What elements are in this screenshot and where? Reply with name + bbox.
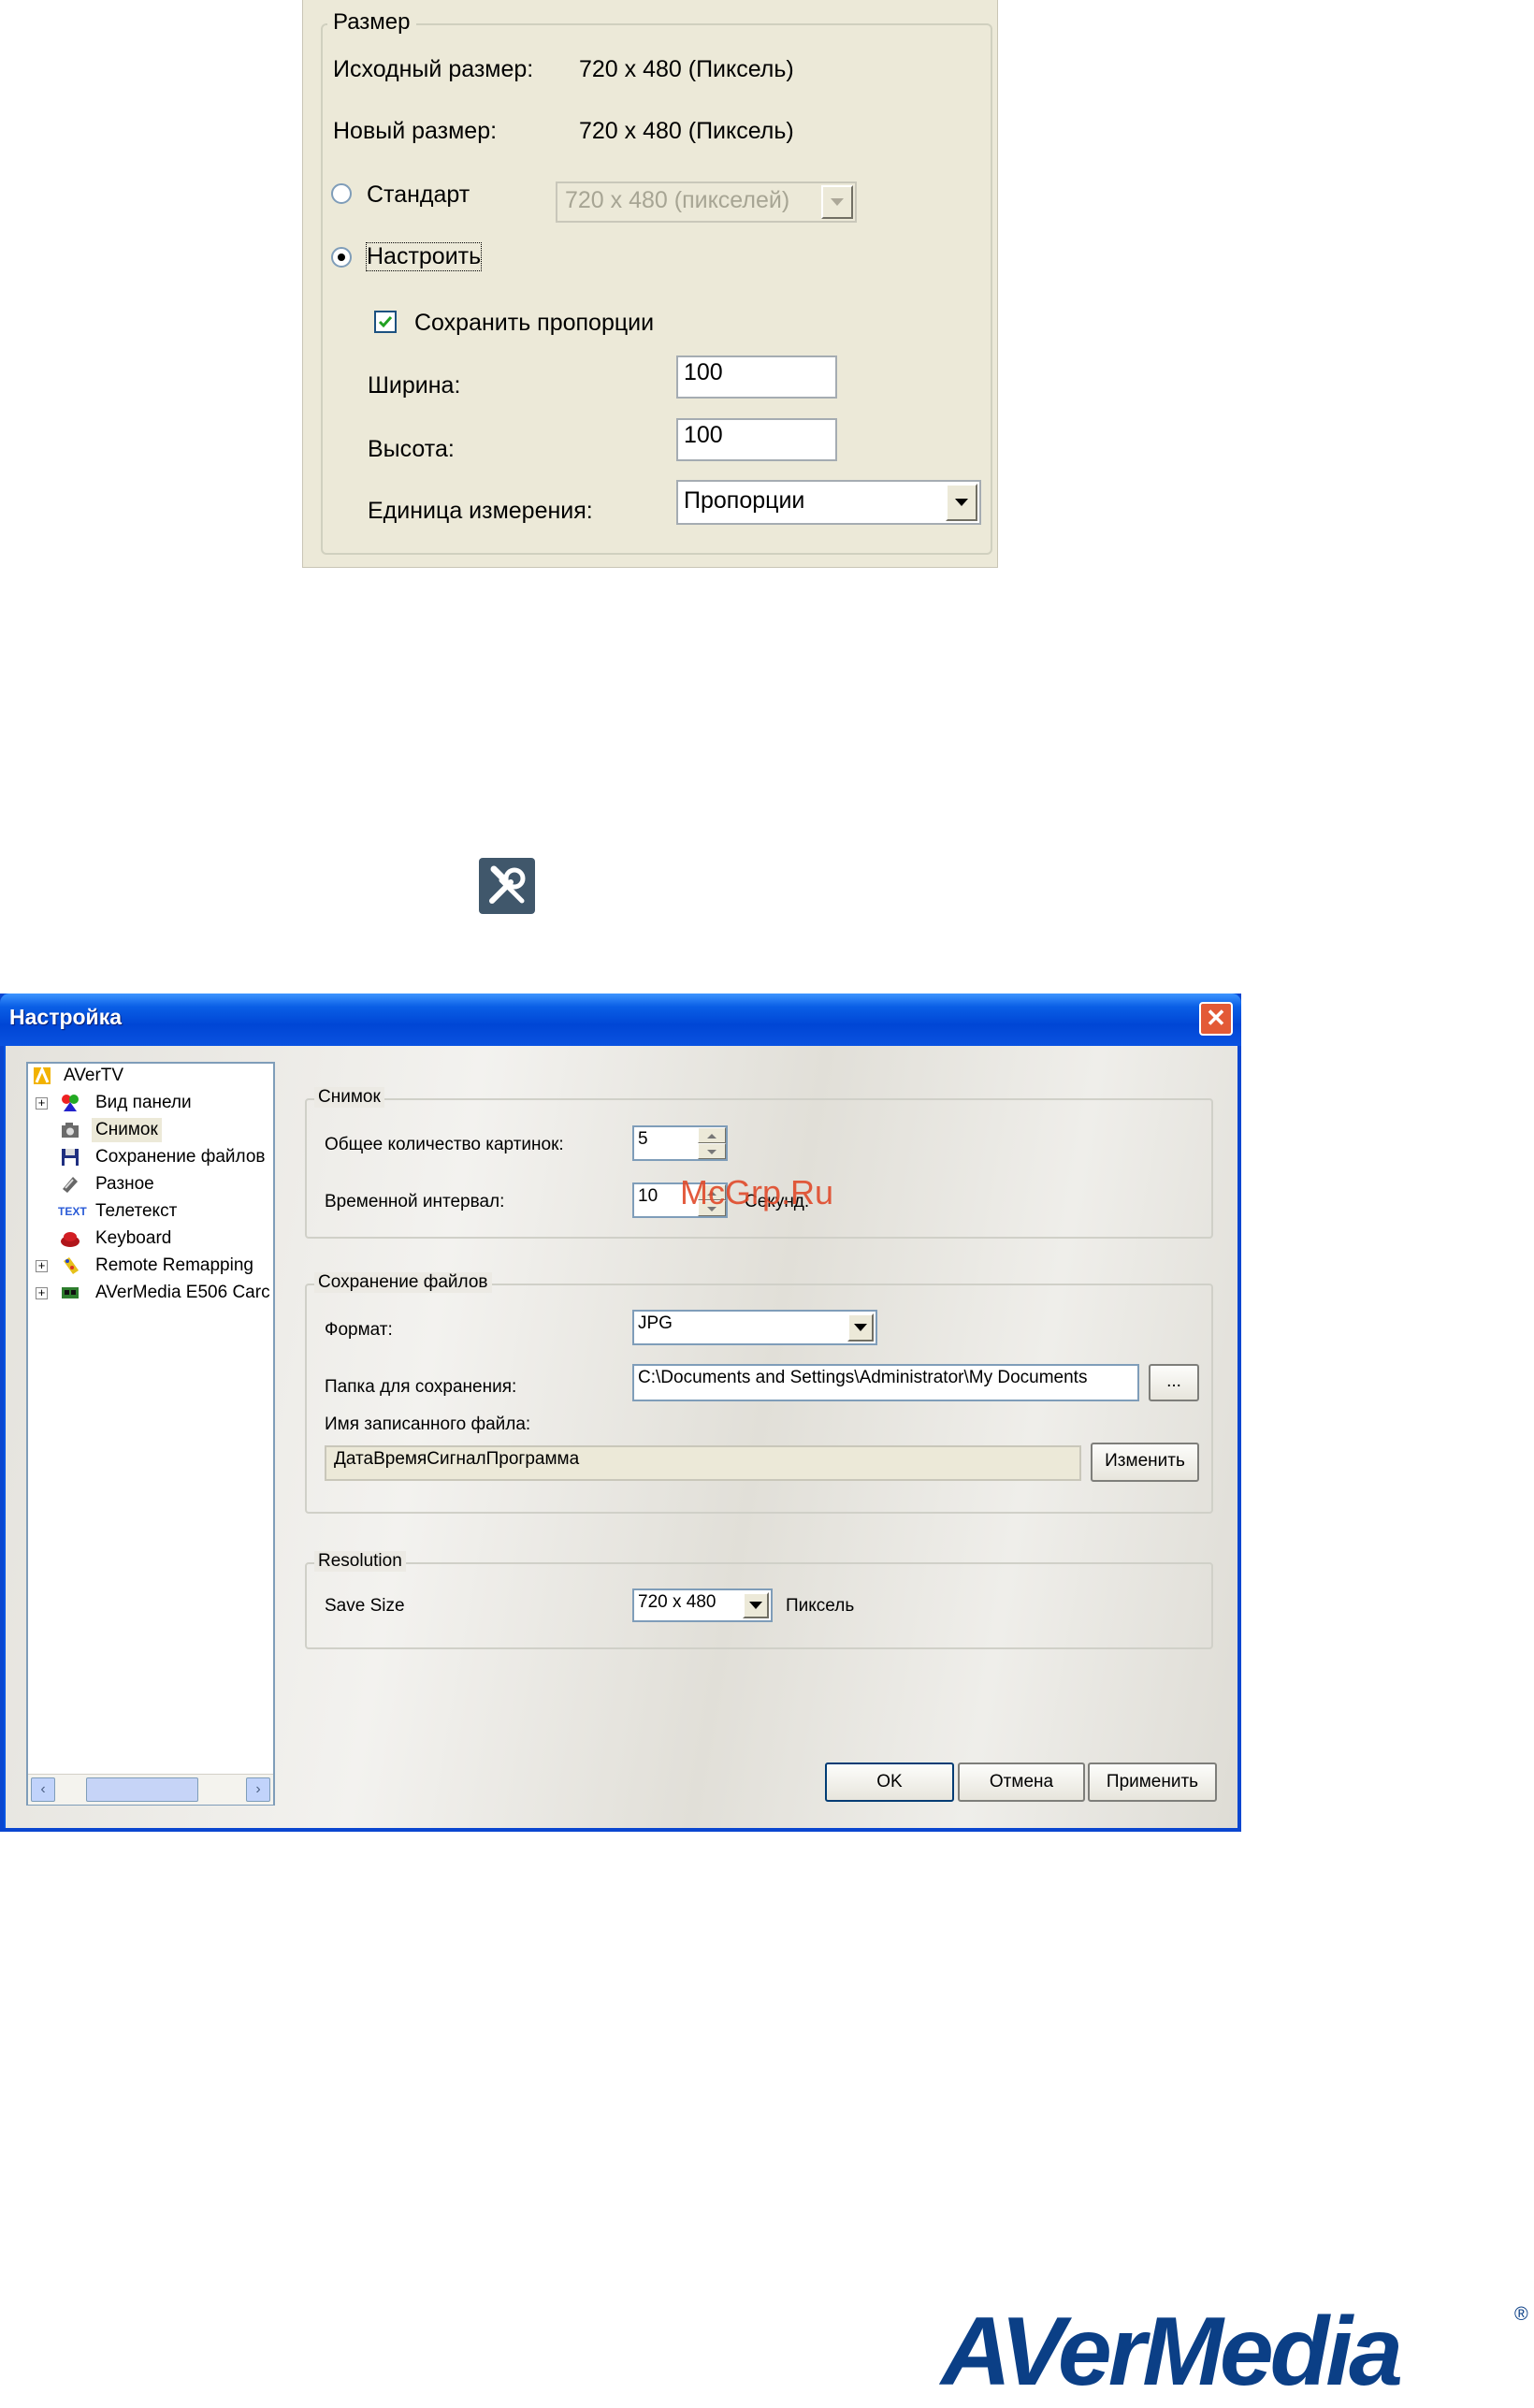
unit-select[interactable]: Пропорции (676, 480, 981, 525)
custom-radio[interactable] (331, 247, 352, 268)
save-size-select-value: 720 x 480 (638, 1592, 716, 1612)
format-select-value: JPG (638, 1313, 673, 1333)
keep-ratio-checkbox[interactable] (374, 311, 397, 333)
cancel-button[interactable]: Отмена (958, 1762, 1085, 1802)
expand-icon[interactable]: + (36, 1259, 48, 1272)
change-filename-button[interactable]: Изменить (1091, 1443, 1199, 1482)
tree-item-label: AVerTV (64, 1066, 124, 1085)
save-folder-input[interactable]: C:\Documents and Settings\Administrator\… (632, 1364, 1139, 1401)
height-label: Высота: (368, 436, 455, 462)
scrollbar-thumb[interactable] (86, 1777, 198, 1802)
browse-folder-button[interactable]: ... (1149, 1364, 1199, 1401)
misc-icon (63, 1177, 78, 1193)
keyboard-icon (61, 1232, 80, 1247)
image-count-label: Общее количество картинок: (325, 1135, 564, 1154)
ok-button[interactable]: OK (825, 1762, 954, 1802)
file-saving-group-title: Сохранение файлов (314, 1272, 492, 1293)
standard-radio-label: Стандарт (367, 181, 470, 208)
spin-up-icon[interactable] (698, 1127, 726, 1143)
new-size-value: 720 x 480 (Пиксель) (579, 118, 794, 144)
save-folder-value: C:\Documents and Settings\Administrator\… (638, 1368, 1088, 1387)
watermark: McGrp.Ru (680, 1173, 834, 1211)
new-size-label: Новый размер: (333, 118, 498, 144)
snapshot-group (305, 1098, 1213, 1239)
wrench-screwdriver-icon (489, 865, 526, 904)
tree-item-label: Снимок (92, 1118, 162, 1142)
chevron-down-icon[interactable] (946, 484, 977, 521)
teletext-icon: TEXT (58, 1205, 87, 1218)
card-icon (62, 1287, 79, 1298)
keep-ratio-label: Сохранить пропорции (414, 310, 655, 336)
filename-value: ДатаВремяСигналПрограмма (334, 1449, 580, 1469)
tree-horizontal-scrollbar[interactable]: ‹ › (28, 1774, 273, 1805)
chevron-down-icon[interactable] (847, 1313, 874, 1342)
save-size-unit: Пиксель (786, 1596, 855, 1616)
tree-item-label: Remote Remapping (95, 1255, 253, 1275)
width-input[interactable]: 100 (676, 355, 837, 399)
resolution-group-title: Resolution (314, 1551, 406, 1572)
image-count-value: 5 (638, 1129, 648, 1149)
tree-item-label: AVerMedia E506 Carc (95, 1283, 270, 1302)
apply-button[interactable]: Применить (1088, 1762, 1217, 1802)
dialog-title: Настройка (9, 1005, 122, 1029)
registered-mark: ® (1514, 2304, 1528, 2325)
standard-size-select-value: 720 x 480 (пикселей) (565, 187, 790, 213)
tools-icon (479, 858, 535, 914)
spin-down-icon[interactable] (698, 1143, 726, 1159)
time-interval-label: Временной интервал: (325, 1192, 505, 1211)
avertv-icon (34, 1066, 51, 1084)
avermedia-logo: AVerMedia (941, 2298, 1403, 2406)
dialog-titlebar[interactable] (0, 994, 1241, 1046)
expand-icon[interactable]: + (36, 1286, 48, 1299)
format-select[interactable]: JPG (632, 1310, 877, 1345)
panel-view-icon (62, 1095, 79, 1111)
save-size-label: Save Size (325, 1596, 405, 1616)
save-folder-label: Папка для сохранения: (325, 1377, 517, 1397)
save-size-select[interactable]: 720 x 480 (632, 1588, 773, 1622)
remote-icon (64, 1257, 79, 1274)
checkmark-icon (378, 316, 393, 328)
filename-label: Имя записанного файла: (325, 1414, 531, 1434)
image-count-spinner[interactable] (698, 1127, 726, 1159)
width-label: Ширина: (368, 372, 461, 399)
standard-size-select: 720 x 480 (пикселей) (556, 181, 857, 223)
scroll-left-icon[interactable]: ‹ (31, 1777, 55, 1802)
close-icon: ✕ (1206, 1004, 1226, 1032)
standard-radio[interactable] (331, 183, 352, 204)
original-size-value: 720 x 480 (Пиксель) (579, 56, 794, 82)
chevron-down-icon (821, 185, 853, 219)
close-button[interactable]: ✕ (1199, 1002, 1233, 1036)
unit-select-value: Пропорции (684, 487, 805, 514)
time-interval-value: 10 (638, 1186, 658, 1206)
tree-item-label: Сохранение файлов (95, 1147, 266, 1167)
camera-icon (62, 1123, 79, 1138)
custom-radio-label: Настроить (365, 242, 483, 271)
filename-field: ДатаВремяСигналПрограмма (325, 1445, 1081, 1481)
tree-item-label: Разное (95, 1174, 154, 1194)
size-group-box (321, 23, 992, 555)
tree-item-label: Вид панели (95, 1093, 192, 1112)
tree-item-label: Keyboard (95, 1228, 172, 1248)
chevron-down-icon[interactable] (743, 1592, 769, 1618)
expand-icon[interactable]: + (36, 1096, 48, 1110)
floppy-icon (62, 1149, 79, 1166)
size-group-title: Размер (327, 9, 416, 36)
height-input[interactable]: 100 (676, 418, 837, 461)
snapshot-group-title: Снимок (314, 1087, 384, 1108)
unit-label: Единица измерения: (368, 498, 593, 524)
scroll-right-icon[interactable]: › (246, 1777, 270, 1802)
format-label: Формат: (325, 1320, 393, 1340)
original-size-label: Исходный размер: (333, 56, 534, 82)
tree-item-label: Телетекст (95, 1201, 178, 1221)
